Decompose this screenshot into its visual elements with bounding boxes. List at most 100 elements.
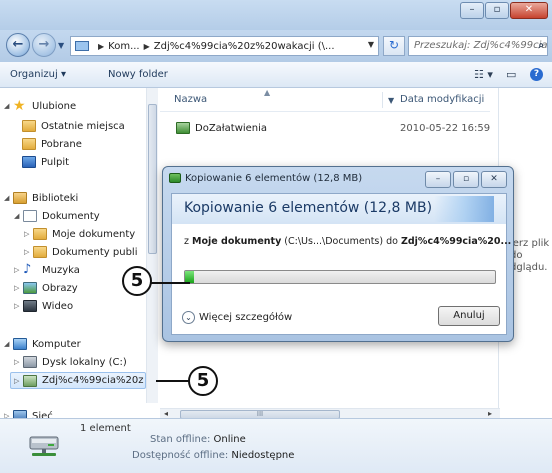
column-divider[interactable] (382, 92, 383, 108)
address-bar[interactable]: ▶ Kom... ▶ Zdj%c4%99cia%20z%20wakacji (\… (70, 36, 379, 56)
network-drive-icon (23, 374, 37, 387)
offline-availability: Dostępność offline: Niedostępne (132, 450, 294, 461)
sidebar-item-label: Obrazy (42, 282, 78, 294)
folder-icon (33, 228, 47, 240)
expand-icon[interactable]: ▷ (14, 302, 23, 310)
source-name[interactable]: Moje dokumenty (192, 236, 281, 247)
dialog-close-button[interactable]: ✕ (481, 171, 507, 188)
minimize-button[interactable]: – (460, 2, 484, 19)
breadcrumb-computer[interactable]: Kom... (108, 41, 139, 52)
file-date: 2010-05-22 16:59 (400, 122, 491, 134)
sidebar-item-label: Pobrane (41, 138, 82, 150)
sidebar-item-label: Pulpit (41, 156, 70, 168)
navigation-scrollbar[interactable] (146, 88, 158, 403)
sidebar-item-label: Zdj%c4%99cia%20z (42, 375, 144, 386)
sidebar-item-favorites[interactable]: ◢ ★ Ulubione (4, 98, 76, 114)
column-header-date[interactable]: Data modyfikacji (400, 94, 484, 105)
collapse-icon[interactable]: ◢ (14, 212, 23, 220)
libraries-icon (13, 192, 27, 204)
sidebar-item-label: Dokumenty publi (52, 246, 138, 258)
sidebar-item-music[interactable]: ▷ ♪ Muzyka (14, 262, 80, 278)
expand-icon[interactable]: ▷ (14, 358, 23, 366)
details-pane: 1 element Stan offline: Online Dostępnoś… (0, 418, 552, 473)
dialog-minimize-button[interactable]: – (425, 171, 451, 188)
file-row[interactable]: DoZałatwienia (176, 120, 267, 136)
history-dropdown-icon[interactable]: ▼ (58, 41, 64, 50)
sidebar-item-label: Moje dokumenty (52, 228, 136, 240)
breadcrumb-separator-icon[interactable]: ▶ (98, 42, 104, 51)
target-name[interactable]: Zdj%c4%99cia%20... (401, 236, 511, 247)
sidebar-item-documents[interactable]: ◢ Dokumenty (14, 208, 100, 224)
address-dropdown-icon[interactable]: ▼ (368, 40, 374, 49)
callout-leader-line (148, 282, 190, 284)
scrollbar-thumb[interactable] (148, 104, 157, 254)
refresh-button[interactable]: ↻ (383, 36, 405, 56)
sidebar-item-local-disk[interactable]: ▷ Dysk lokalny (C:) (14, 354, 127, 370)
file-icon (176, 122, 190, 134)
forward-button[interactable]: → (32, 33, 56, 57)
expand-icon[interactable]: ▷ (14, 284, 23, 292)
window-controls: – ▫ ✕ (459, 2, 548, 19)
maximize-button[interactable]: ▫ (485, 2, 509, 19)
file-name: DoZałatwienia (195, 122, 268, 134)
callout-marker: 5 (188, 366, 218, 396)
expand-icon[interactable]: ▷ (14, 377, 23, 385)
expand-icon[interactable]: ▷ (24, 248, 33, 256)
offline-status-label: Stan offline: (150, 434, 211, 445)
new-folder-button[interactable]: Nowy folder (108, 69, 168, 80)
sidebar-item-public-documents[interactable]: ▷ Dokumenty publi (24, 244, 137, 260)
scroll-right-icon[interactable]: ▸ (488, 409, 492, 418)
sidebar-item-recent-places[interactable]: Ostatnie miejsca (22, 118, 125, 134)
expand-icon[interactable]: ▷ (14, 266, 23, 274)
sidebar-item-label: Dysk lokalny (C:) (42, 356, 127, 368)
decorative-graphic (434, 196, 494, 222)
view-options-icon[interactable]: ☷ ▾ (474, 68, 493, 81)
copy-progress-bar (184, 270, 496, 284)
column-header-name[interactable]: Nazwa (174, 94, 207, 105)
offline-status-value: Online (213, 434, 246, 445)
sidebar-item-my-documents[interactable]: ▷ Moje dokumenty (24, 226, 135, 242)
dialog-maximize-button[interactable]: ▫ (453, 171, 479, 188)
sidebar-item-downloads[interactable]: Pobrane (22, 136, 82, 152)
sidebar-item-libraries[interactable]: ◢ Biblioteki (4, 190, 78, 206)
sidebar-item-videos[interactable]: ▷ Wideo (14, 298, 73, 314)
breadcrumb-folder[interactable]: Zdj%c4%99cia%20z%20wakacji (\... (154, 41, 335, 52)
sidebar-item-pictures[interactable]: ▷ Obrazy (14, 280, 78, 296)
search-icon[interactable]: ⌕ (538, 37, 544, 55)
close-button[interactable]: ✕ (510, 2, 548, 19)
collapse-icon[interactable]: ◢ (4, 340, 13, 348)
sidebar-item-computer[interactable]: ◢ Komputer (4, 336, 81, 352)
command-bar: Organizuj ▾ Nowy folder ☷ ▾ ▭ ? (0, 62, 552, 88)
collapse-icon[interactable]: ◢ (4, 102, 13, 110)
scroll-left-icon[interactable]: ◂ (164, 409, 168, 418)
computer-icon (13, 338, 27, 350)
sidebar-item-desktop[interactable]: Pulpit (22, 154, 69, 170)
more-details-toggle[interactable]: ⌄ Więcej szczegółów (182, 311, 292, 324)
help-icon[interactable]: ? (530, 68, 543, 81)
downloads-folder-icon (22, 138, 36, 150)
callout-marker: 5 (122, 266, 152, 296)
dialog-heading: Kopiowanie 6 elementów (12,8 MB) (184, 200, 433, 216)
dialog-header-band: Kopiowanie 6 elementów (12,8 MB) (172, 194, 506, 224)
offline-availability-value: Niedostępne (231, 450, 295, 461)
collapse-icon[interactable]: ◢ (4, 194, 13, 202)
more-details-label: Więcej szczegółów (199, 312, 293, 323)
back-button[interactable]: ← (6, 33, 30, 57)
sidebar-item-label: Biblioteki (32, 192, 79, 204)
star-icon: ★ (13, 98, 26, 114)
documents-library-icon (23, 210, 37, 222)
sidebar-item-label: Komputer (32, 338, 81, 350)
search-placeholder: Przeszukaj: Zdj%c4%99cia%... (414, 40, 548, 51)
sidebar-item-network-drive[interactable]: ▷ Zdj%c4%99cia%20z (10, 372, 146, 389)
address-row: ← → ▼ ▶ Kom... ▶ Zdj%c4%99cia%20z%20waka… (0, 30, 552, 62)
search-input[interactable]: Przeszukaj: Zdj%c4%99cia%... ⌕ (408, 36, 548, 56)
copy-progress-dialog: Kopiowanie 6 elementów (12,8 MB) – ▫ ✕ K… (162, 166, 514, 342)
organize-button[interactable]: Organizuj ▾ (10, 69, 66, 80)
preview-pane-icon[interactable]: ▭ (506, 68, 516, 81)
column-dropdown-icon[interactable]: ▼ (388, 96, 394, 105)
expand-icon[interactable]: ▷ (24, 230, 33, 238)
sort-arrow-icon: ▲ (264, 88, 271, 97)
breadcrumb-separator-icon[interactable]: ▶ (144, 42, 150, 51)
offline-availability-label: Dostępność offline: (132, 450, 229, 461)
cancel-button[interactable]: Anuluj (438, 306, 500, 326)
